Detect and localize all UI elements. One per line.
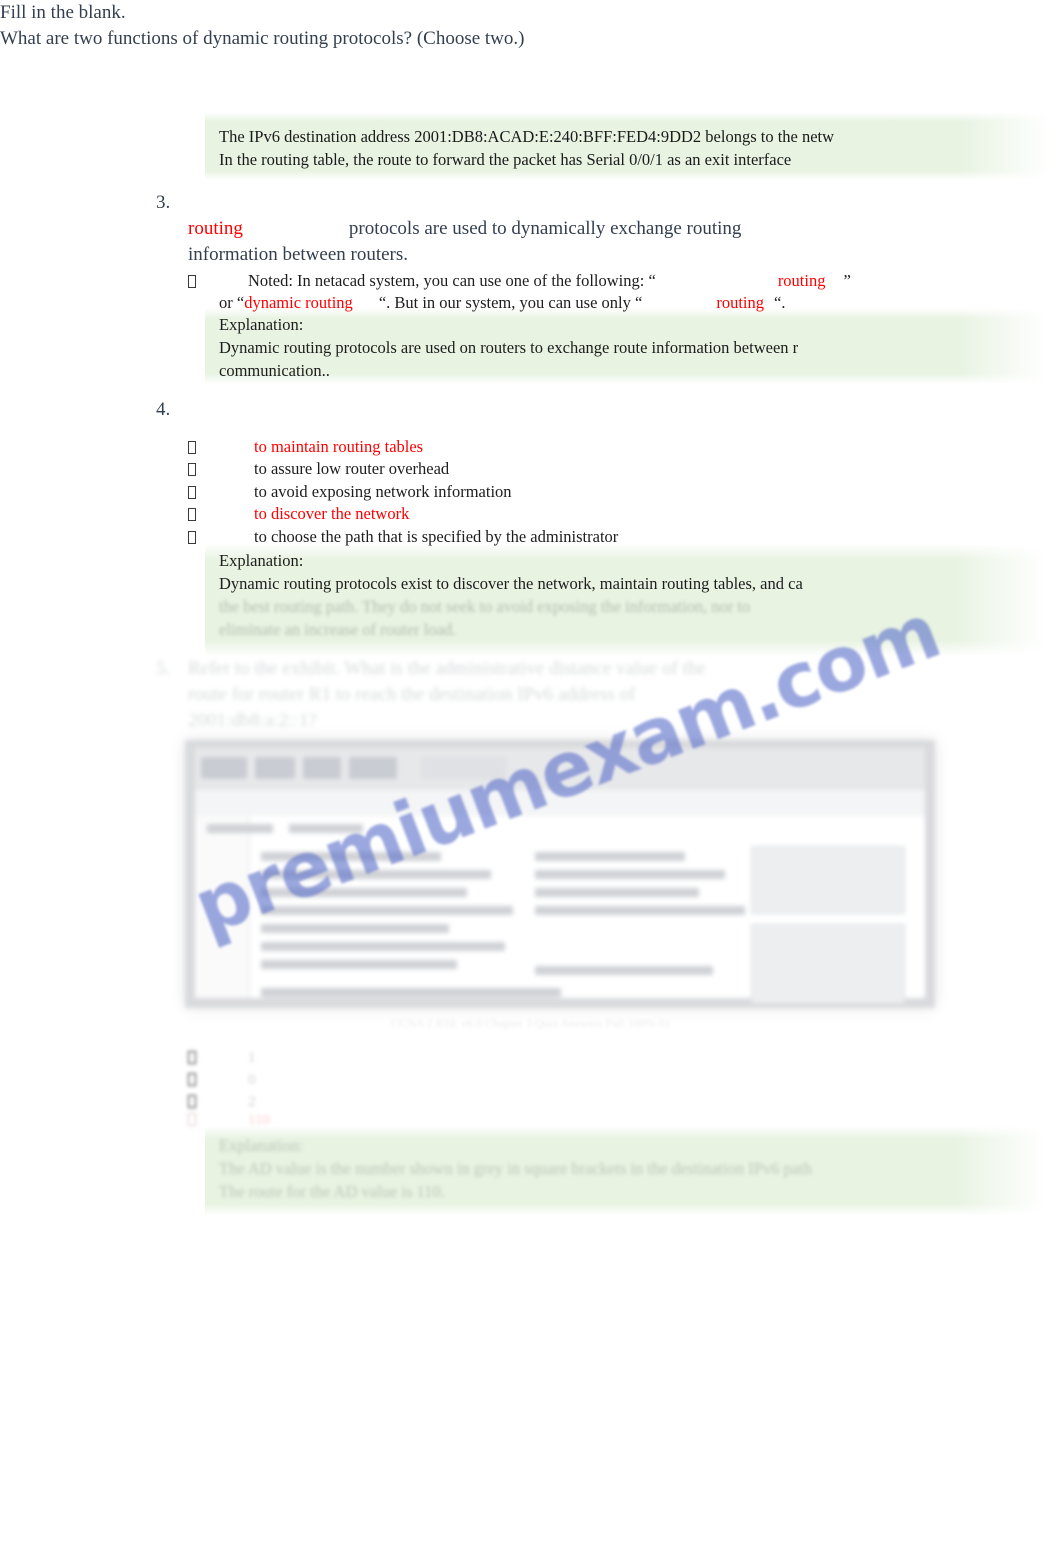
question-5-explanation-label: Explanation: bbox=[219, 1136, 304, 1155]
question-4-explanation-line-1: Dynamic routing protocols exist to disco… bbox=[219, 574, 803, 593]
question-3-explanation-label: Explanation: bbox=[219, 315, 304, 334]
question-3-explanation-line-2: communication.. bbox=[219, 361, 330, 380]
question-4-option-1-label: to maintain routing tables bbox=[254, 437, 424, 456]
question-4-option-4[interactable]: to discover the network bbox=[188, 502, 409, 525]
question-4-option-1[interactable]: to maintain routing tables bbox=[188, 435, 423, 458]
bullet-tofu-icon bbox=[188, 1113, 196, 1126]
document-page: premiumexam.com The IPv6 destination add… bbox=[0, 0, 1062, 1561]
question-3-statement: routing protocols are used to dynamically… bbox=[188, 216, 741, 268]
question-4-option-2[interactable]: to assure low router overhead bbox=[188, 457, 449, 480]
text-layer: The IPv6 destination address 2001:DB8:AC… bbox=[0, 0, 1062, 1561]
bullet-tofu-icon bbox=[188, 1073, 196, 1086]
bullet-tofu-icon bbox=[188, 1095, 196, 1108]
question-4-explanation-line-3: eliminate an increase of router load. bbox=[219, 620, 457, 639]
question-5-option-2-label: 0 bbox=[248, 1072, 256, 1088]
question-3-explanation-line-1: Dynamic routing protocols are used on ro… bbox=[219, 338, 799, 357]
figure-caption: CCNA 2 RSE v6.0 Chapter 3 Quiz Answers F… bbox=[0, 1014, 1062, 1032]
question-3-statement-line-2: information between routers. bbox=[188, 244, 409, 265]
question-4-explanation-line-2: the best routing path. They do not seek … bbox=[219, 597, 751, 616]
bullet-tofu-icon bbox=[188, 463, 196, 476]
question-3-explanation: Explanation: Dynamic routing protocols a… bbox=[219, 313, 798, 382]
question-5-prompt-line-2: route for router R1 to reach the destina… bbox=[188, 684, 636, 705]
question-5-option-1[interactable]: 1 bbox=[188, 1048, 256, 1069]
question-4-option-3-label: to avoid exposing network information bbox=[254, 482, 512, 501]
question-5-explanation-line-1: The AD value is the number shown in grey… bbox=[219, 1159, 812, 1178]
top-line-2: In the routing table, the route to forwa… bbox=[219, 150, 792, 169]
question-5-option-4-label: 110 bbox=[248, 1112, 270, 1128]
question-4-option-4-label: to discover the network bbox=[254, 504, 410, 523]
top-answer-block: The IPv6 destination address 2001:DB8:AC… bbox=[219, 125, 834, 171]
question-3-note-text: Noted: In netacad system, you can use on… bbox=[248, 271, 656, 290]
question-4-explanation: Explanation: Dynamic routing protocols e… bbox=[219, 549, 803, 641]
question-5-option-1-label: 1 bbox=[248, 1050, 256, 1066]
question-5-option-2[interactable]: 0 bbox=[188, 1070, 256, 1091]
question-4-number: 4. bbox=[156, 399, 171, 420]
figure-caption-text: CCNA 2 RSE v6.0 Chapter 3 Quiz Answers F… bbox=[391, 1016, 671, 1030]
bullet-tofu-icon bbox=[188, 486, 196, 499]
question-3-note-line-1: Noted: In netacad system, you can use on… bbox=[188, 269, 851, 292]
question-3-note-end: “. bbox=[774, 293, 786, 312]
bullet-tofu-icon bbox=[188, 531, 196, 544]
question-3-note-or: or “ bbox=[219, 293, 245, 312]
question-3-note-line-2: or “dynamic routing “. But in our system,… bbox=[219, 291, 785, 314]
question-3-note-answer-3: routing bbox=[716, 293, 764, 312]
question-3-note-quote-1: ” bbox=[843, 271, 851, 290]
question-4-option-5-label: to choose the path that is specified by … bbox=[254, 527, 619, 546]
question-3-note-mid2: “. But in our system, you can use only “ bbox=[378, 293, 643, 312]
question-5-number: 5. bbox=[156, 658, 171, 679]
question-4-option-2-label: to assure low router overhead bbox=[254, 459, 450, 478]
question-3-prompt: Fill in the blank. bbox=[0, 2, 126, 23]
bullet-tofu-icon bbox=[188, 508, 196, 521]
question-4-prompt: What are two functions of dynamic routin… bbox=[0, 28, 525, 49]
bullet-tofu-icon bbox=[188, 275, 196, 288]
question-5-option-3-label: 2 bbox=[248, 1094, 256, 1110]
question-5-prompt: Refer to the exhibit. What is the admini… bbox=[188, 656, 706, 734]
question-3-statement-line-1: routing protocols are used to dynamically… bbox=[188, 216, 741, 242]
question-4-explanation-label: Explanation: bbox=[219, 551, 304, 570]
bullet-tofu-icon bbox=[188, 441, 196, 454]
question-3-number: 3. bbox=[156, 192, 171, 213]
question-4-option-3[interactable]: to avoid exposing network information bbox=[188, 480, 512, 503]
top-line-1: The IPv6 destination address 2001:DB8:AC… bbox=[219, 127, 835, 146]
question-3-statement-part1: protocols are used to dynamically exchan… bbox=[348, 218, 742, 239]
bullet-tofu-icon bbox=[188, 1051, 196, 1064]
question-5-prompt-line-3: 2001:db8:a:2::1? bbox=[188, 710, 317, 731]
question-5-explanation-line-2: The route for the AD value is 110. bbox=[219, 1182, 445, 1201]
question-5-prompt-line-1: Refer to the exhibit. What is the admini… bbox=[188, 658, 706, 679]
question-3-answer: routing bbox=[188, 218, 243, 239]
question-3-note-answer-2: dynamic routing bbox=[244, 293, 353, 312]
question-5-option-4[interactable]: 110 bbox=[188, 1110, 270, 1131]
question-3-note-answer-1: routing bbox=[777, 271, 826, 290]
question-4-option-5[interactable]: to choose the path that is specified by … bbox=[188, 525, 618, 548]
question-5-explanation: Explanation: The AD value is the number … bbox=[219, 1134, 812, 1203]
